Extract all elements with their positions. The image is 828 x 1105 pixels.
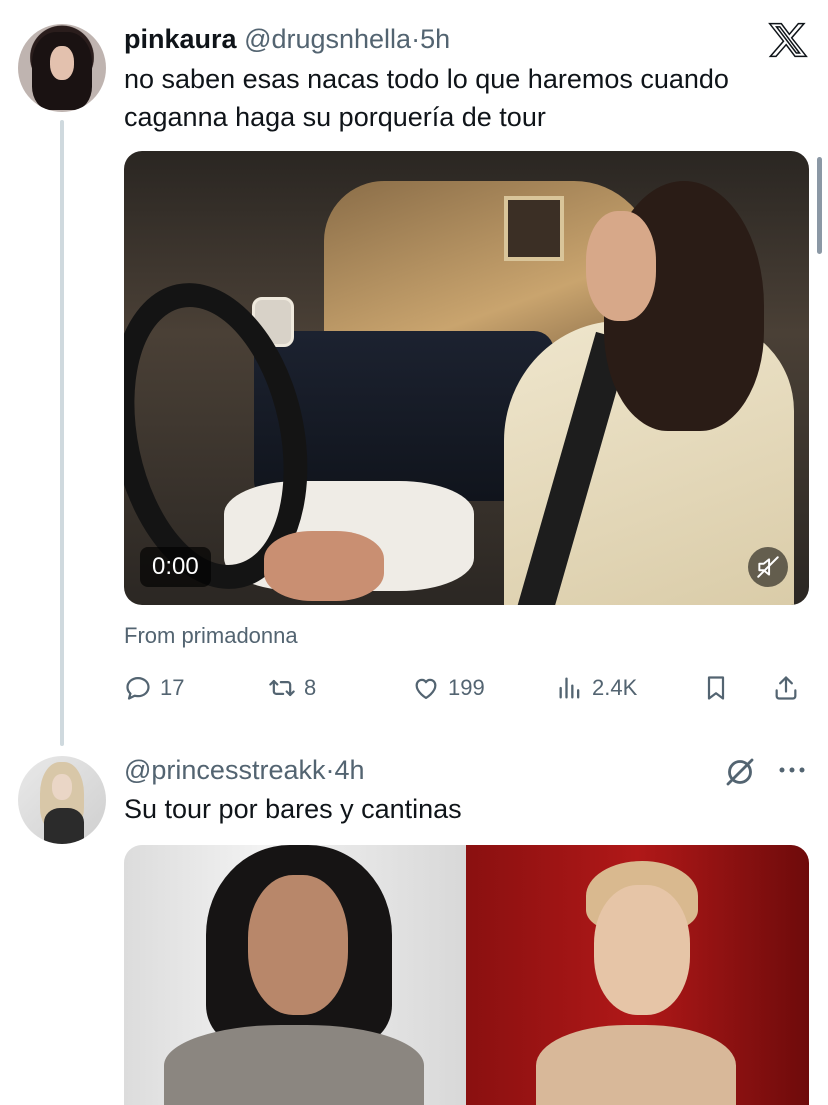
- video-timestamp: 0:00: [140, 547, 211, 587]
- share-button[interactable]: [772, 670, 800, 706]
- display-name[interactable]: pinkaura: [124, 24, 237, 54]
- muted-speaker-icon: [757, 556, 779, 578]
- source-label[interactable]: From primadonna: [124, 623, 298, 649]
- image-right-face: [594, 885, 690, 1015]
- reply-icon: [126, 676, 150, 700]
- x-logo-icon: [768, 22, 808, 58]
- repost-icon: [269, 679, 295, 697]
- tweet-actions: 17 8 199 2.4K: [124, 670, 814, 706]
- mute-toggle-button[interactable]: [748, 547, 788, 587]
- more-dots-icon[interactable]: [776, 762, 808, 778]
- like-button[interactable]: 199: [412, 670, 485, 706]
- heart-icon: [415, 678, 437, 700]
- tweet-text: Su tour por bares y cantinas: [124, 794, 462, 824]
- video-frame-face: [586, 211, 656, 321]
- timestamp[interactable]: 5h: [420, 24, 450, 54]
- views-icon: [559, 677, 580, 699]
- views-button[interactable]: 2.4K: [556, 670, 637, 706]
- video-player[interactable]: 0:00: [124, 151, 809, 605]
- image-left-panel: [124, 845, 466, 1105]
- bookmark-icon: [707, 676, 725, 700]
- image-right-body: [536, 1025, 736, 1105]
- tweet-image[interactable]: [124, 845, 809, 1105]
- avatar[interactable]: [18, 24, 106, 112]
- tweet-header: @princesstreakk·4h: [124, 753, 365, 787]
- tweet-text: no saben esas nacas todo lo que haremos …: [124, 64, 729, 132]
- share-icon: [775, 676, 797, 700]
- bookmark-button[interactable]: [702, 670, 730, 706]
- tweet-header: pinkaura @drugsnhella·5h: [124, 22, 450, 56]
- timestamp[interactable]: 4h: [334, 755, 364, 785]
- separator-dot: ·: [411, 24, 421, 54]
- user-handle[interactable]: @drugsnhella: [244, 24, 411, 54]
- repost-count: 8: [304, 675, 317, 700]
- avatar-body: [44, 808, 84, 844]
- avatar-face: [52, 774, 72, 800]
- video-frame-picture: [504, 196, 564, 261]
- user-handle[interactable]: @princesstreakk: [124, 755, 325, 785]
- views-count: 2.4K: [592, 675, 638, 700]
- scrollbar-thumb[interactable]: [817, 157, 822, 254]
- avatar-face: [50, 46, 74, 80]
- like-count: 199: [448, 675, 485, 700]
- video-frame-hand: [264, 531, 384, 601]
- image-left-face: [248, 875, 348, 1015]
- reply-count: 17: [160, 675, 185, 700]
- repost-button[interactable]: 8: [268, 670, 316, 706]
- avatar[interactable]: [18, 756, 106, 844]
- thread-connector-line: [60, 120, 64, 746]
- image-right-panel: [466, 845, 809, 1105]
- reply-button[interactable]: 17: [124, 670, 184, 706]
- image-left-body: [164, 1025, 424, 1105]
- grok-icon[interactable]: [722, 754, 758, 790]
